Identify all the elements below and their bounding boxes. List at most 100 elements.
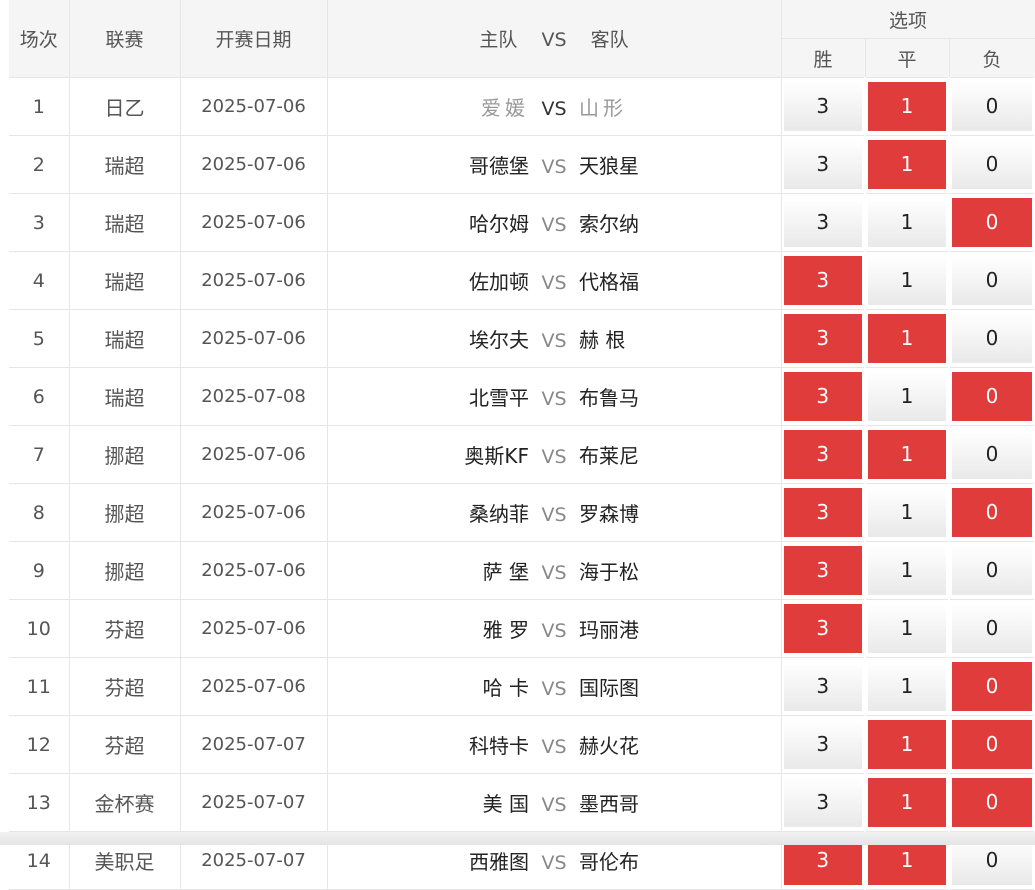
option-cell: 3 bbox=[781, 251, 866, 310]
league-name: 日乙 bbox=[69, 77, 181, 136]
option-cell: 1 bbox=[865, 367, 950, 426]
option-lose-button[interactable]: 0 bbox=[952, 546, 1033, 595]
option-draw-button[interactable]: 1 bbox=[868, 662, 946, 711]
option-win-button[interactable]: 3 bbox=[783, 488, 862, 537]
vs-label: VS bbox=[541, 794, 567, 816]
option-lose-button[interactable]: 0 bbox=[952, 256, 1033, 305]
option-cell: 0 bbox=[949, 541, 1035, 600]
home-team: 北雪平 bbox=[469, 386, 529, 410]
header-options: 选项 bbox=[781, 0, 1035, 39]
option-lose-button[interactable]: 0 bbox=[952, 430, 1033, 479]
option-win-button[interactable]: 3 bbox=[783, 82, 862, 131]
table-header: 场次 联赛 开赛日期 主队 VS 客队 选项 胜 平 负 bbox=[9, 0, 1035, 78]
option-draw-button[interactable]: 1 bbox=[868, 430, 946, 479]
option-win-button[interactable]: 3 bbox=[783, 430, 862, 479]
league-name: 芬超 bbox=[69, 657, 181, 716]
option-win-button[interactable]: 3 bbox=[783, 140, 862, 189]
option-win-button[interactable]: 3 bbox=[783, 198, 862, 247]
header-away: 客队 bbox=[590, 29, 629, 51]
option-lose-button[interactable]: 0 bbox=[952, 720, 1033, 769]
header-home: 主队 bbox=[479, 29, 518, 51]
option-draw-button[interactable]: 1 bbox=[868, 82, 946, 131]
match-date: 2025-07-08 bbox=[180, 367, 328, 426]
match-date: 2025-07-06 bbox=[180, 193, 328, 252]
option-lose-button[interactable]: 0 bbox=[952, 662, 1033, 711]
option-win-button[interactable]: 3 bbox=[783, 256, 862, 305]
header-draw: 平 bbox=[865, 38, 950, 78]
option-cell: 3 bbox=[781, 309, 866, 368]
option-draw-button[interactable]: 1 bbox=[868, 546, 946, 595]
option-lose-button[interactable]: 0 bbox=[952, 198, 1033, 247]
option-draw-button[interactable]: 1 bbox=[868, 372, 946, 421]
away-team: 代格福 bbox=[579, 270, 639, 294]
option-draw-button[interactable]: 1 bbox=[868, 198, 946, 247]
away-team: 罗森博 bbox=[579, 502, 639, 526]
option-win-button[interactable]: 3 bbox=[783, 778, 862, 827]
option-win-button[interactable]: 3 bbox=[783, 546, 862, 595]
option-win-button[interactable]: 3 bbox=[783, 604, 862, 653]
home-team: 哈尔姆 bbox=[469, 212, 529, 236]
option-lose-button[interactable]: 0 bbox=[952, 314, 1033, 363]
away-team: 天狼星 bbox=[579, 154, 639, 178]
match-teams: 萨 堡 VS 海于松 bbox=[327, 541, 782, 600]
option-draw-button[interactable]: 1 bbox=[868, 720, 946, 769]
league-name: 瑞超 bbox=[69, 367, 181, 426]
option-win-button[interactable]: 3 bbox=[783, 372, 862, 421]
match-date: 2025-07-06 bbox=[180, 657, 328, 716]
option-cell: 1 bbox=[865, 773, 950, 832]
league-name: 瑞超 bbox=[69, 251, 181, 310]
home-team: 哥德堡 bbox=[469, 154, 529, 178]
match-date: 2025-07-07 bbox=[180, 773, 328, 832]
option-cell: 1 bbox=[865, 715, 950, 774]
option-draw-button[interactable]: 1 bbox=[868, 256, 946, 305]
option-cell: 0 bbox=[949, 715, 1035, 774]
away-team: 玛丽港 bbox=[579, 618, 639, 642]
option-draw-button[interactable]: 1 bbox=[868, 488, 946, 537]
option-cell: 1 bbox=[865, 309, 950, 368]
match-number: 7 bbox=[9, 425, 70, 484]
match-date: 2025-07-06 bbox=[180, 135, 328, 194]
home-team: 雅 罗 bbox=[482, 618, 529, 642]
option-cell: 0 bbox=[949, 367, 1035, 426]
match-number: 1 bbox=[9, 77, 70, 136]
header-match: 主队 VS 客队 bbox=[327, 0, 782, 78]
match-teams: 爱媛 VS 山形 bbox=[327, 77, 782, 136]
option-lose-button[interactable]: 0 bbox=[952, 82, 1033, 131]
option-win-button[interactable]: 3 bbox=[783, 720, 862, 769]
option-cell: 3 bbox=[781, 483, 866, 542]
match-teams: 佐加顿 VS 代格福 bbox=[327, 251, 782, 310]
home-team: 科特卡 bbox=[469, 734, 529, 758]
away-team: 布鲁马 bbox=[579, 386, 639, 410]
option-win-button[interactable]: 3 bbox=[783, 662, 862, 711]
option-cell: 3 bbox=[781, 77, 866, 136]
option-lose-button[interactable]: 0 bbox=[952, 488, 1033, 537]
away-team: 山形 bbox=[579, 96, 627, 120]
vs-label: VS bbox=[541, 620, 567, 642]
option-draw-button[interactable]: 1 bbox=[868, 314, 946, 363]
home-team: 爱媛 bbox=[481, 96, 529, 120]
option-cell: 0 bbox=[949, 425, 1035, 484]
option-cell: 0 bbox=[949, 193, 1035, 252]
option-cell: 0 bbox=[949, 251, 1035, 310]
match-date: 2025-07-06 bbox=[180, 483, 328, 542]
table-row: 3 瑞超 2025-07-06 哈尔姆 VS 索尔纳 3 1 0 bbox=[9, 193, 1035, 252]
option-draw-button[interactable]: 1 bbox=[868, 604, 946, 653]
table-body: 1 日乙 2025-07-06 爱媛 VS 山形 3 1 0 2 瑞超 2025-07-06 哥德堡 VS… bbox=[9, 77, 1035, 890]
option-cell: 1 bbox=[865, 541, 950, 600]
option-cell: 1 bbox=[865, 77, 950, 136]
match-number: 5 bbox=[9, 309, 70, 368]
match-teams: 北雪平 VS 布鲁马 bbox=[327, 367, 782, 426]
option-cell: 3 bbox=[781, 541, 866, 600]
vs-label: VS bbox=[541, 736, 567, 758]
option-win-button[interactable]: 3 bbox=[783, 314, 862, 363]
option-lose-button[interactable]: 0 bbox=[952, 778, 1033, 827]
option-lose-button[interactable]: 0 bbox=[952, 604, 1033, 653]
option-lose-button[interactable]: 0 bbox=[952, 372, 1033, 421]
header-league: 联赛 bbox=[69, 0, 181, 78]
vs-label: VS bbox=[541, 388, 567, 410]
option-lose-button[interactable]: 0 bbox=[952, 140, 1033, 189]
option-cell: 3 bbox=[781, 657, 866, 716]
option-draw-button[interactable]: 1 bbox=[868, 140, 946, 189]
option-cell: 3 bbox=[781, 193, 866, 252]
option-draw-button[interactable]: 1 bbox=[868, 778, 946, 827]
